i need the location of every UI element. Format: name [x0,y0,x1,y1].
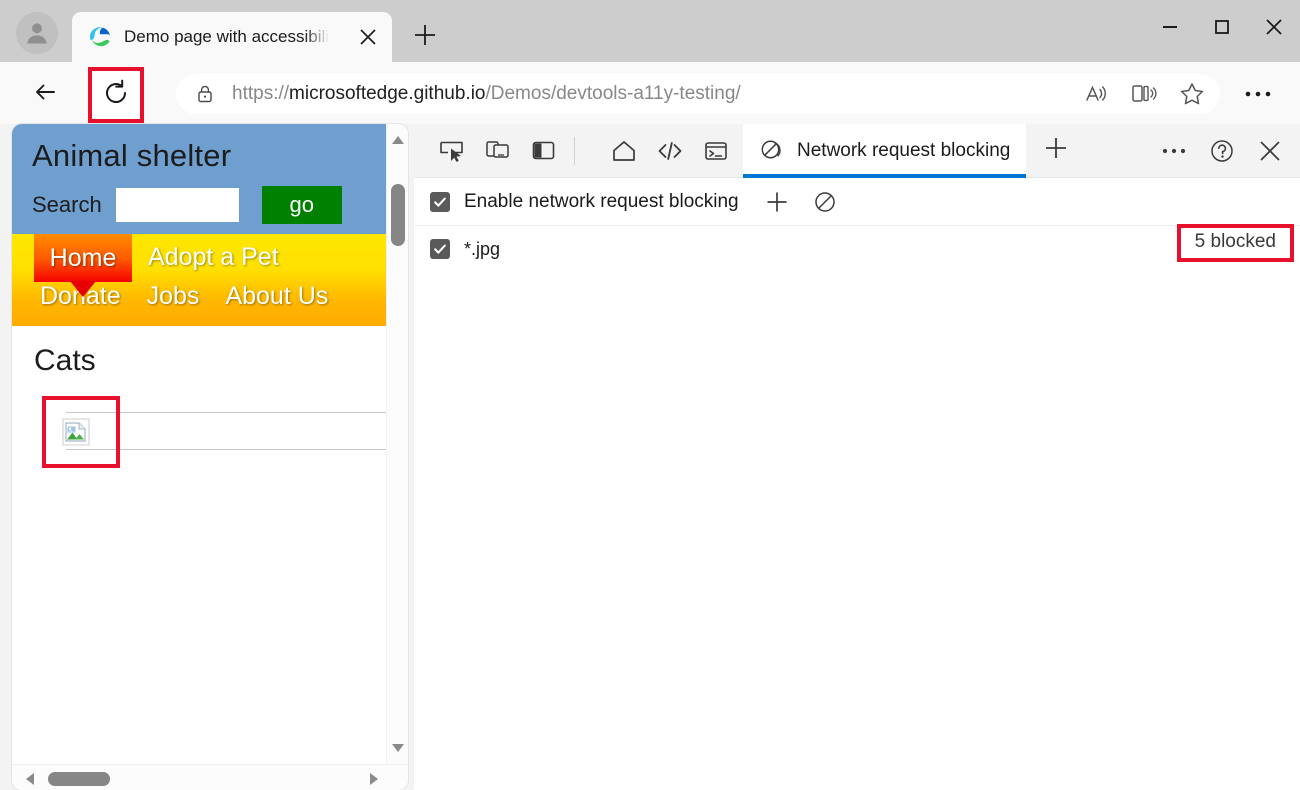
clear-all-patterns-button[interactable] [809,186,841,218]
add-devtools-tool-button[interactable] [1034,129,1078,173]
tab-label: Network request blocking [797,140,1010,162]
content-area: Animal shelter Search go Home Adopt a Pe… [0,124,1300,790]
page-vertical-scrollbar[interactable] [386,124,408,764]
elements-code-icon[interactable] [647,129,693,173]
immersive-reader-icon[interactable] [1124,78,1164,110]
url-text: https://microsoftedge.github.io/Demos/de… [232,83,741,105]
tab-network-request-blocking[interactable]: Network request blocking [743,124,1026,178]
blocked-count-text: 5 blocked [1195,231,1276,252]
page-header: Animal shelter Search go [12,124,386,234]
page-nav-item-jobs[interactable]: Jobs [147,282,200,311]
search-label: Search [32,192,102,218]
edge-logo-icon [88,25,112,49]
page-nav-row-1: Home Adopt a Pet [12,234,386,282]
address-bar: https://microsoftedge.github.io/Demos/de… [0,62,1300,124]
page-horizontal-scrollbar[interactable] [12,764,408,790]
profile-avatar-button[interactable] [16,12,58,54]
account-avatar-icon [23,19,51,47]
inspect-element-icon[interactable] [428,129,474,173]
section-title-cats: Cats [34,344,386,378]
read-aloud-icon[interactable] [1076,78,1116,110]
close-button[interactable] [1248,0,1300,54]
blocked-count-highlight: 5 blocked [1177,224,1294,262]
blocked-pattern-row[interactable]: *.jpg 5 blocked [414,226,1300,272]
devtools-more-icon[interactable] [1150,129,1198,173]
chevron-left-icon[interactable] [22,771,38,787]
network-request-blocking-body: Enable network request blocking [414,178,1300,790]
tab-close-icon[interactable] [356,25,380,49]
browser-tab[interactable]: Demo page with accessibility issu [72,12,392,62]
devtools-help-icon[interactable] [1198,129,1246,173]
page-body: Cats [12,326,386,378]
enable-blocking-label: Enable network request blocking [464,191,739,213]
chevron-down-icon[interactable] [390,740,406,756]
plus-icon [1043,135,1069,166]
ellipsis-icon [1244,85,1272,103]
maximize-button[interactable] [1196,0,1248,54]
browser-window: Demo page with accessibility issu [0,0,1300,790]
new-tab-button[interactable] [408,20,442,54]
url-bar-actions [1076,78,1212,110]
vertical-scroll-thumb[interactable] [391,184,405,246]
devtools-close-icon[interactable] [1246,129,1294,173]
url-path: /Demos/devtools-a11y-testing/ [485,83,740,104]
page-search-row: Search go [32,186,386,224]
devtools-toolbar-actions [1150,129,1294,173]
chevron-up-icon[interactable] [390,132,406,148]
page-navigation: Home Adopt a Pet Donate Jobs About Us [12,234,386,326]
page-document: Animal shelter Search go Home Adopt a Pe… [12,124,386,764]
page-nav-item-home[interactable]: Home [34,234,132,282]
title-bar: Demo page with accessibility issu [0,0,1300,62]
toolbar-divider [574,137,575,165]
back-arrow-icon [32,78,60,111]
broken-image-icon [62,418,90,446]
window-controls [1144,0,1300,54]
devtools-toolbar: Network request blocking [414,124,1300,178]
reload-button[interactable] [101,78,131,113]
back-button[interactable] [26,74,66,114]
devtools-panel: Network request blocking [414,124,1300,790]
enable-blocking-row: Enable network request blocking [414,178,1300,226]
search-go-button[interactable]: go [262,186,342,224]
pattern-enabled-checkbox[interactable] [430,239,450,259]
browser-settings-button[interactable] [1238,76,1278,112]
enable-blocking-checkbox[interactable] [430,192,450,212]
chevron-right-icon[interactable] [366,771,382,787]
dock-side-icon[interactable] [520,129,566,173]
url-bar[interactable]: https://microsoftedge.github.io/Demos/de… [176,74,1220,114]
reload-button-highlight [88,67,144,123]
url-scheme: https:// [232,83,289,104]
minimize-button[interactable] [1144,0,1196,54]
favorite-star-icon[interactable] [1172,78,1212,110]
add-pattern-button[interactable] [761,186,793,218]
horizontal-scroll-thumb[interactable] [48,772,110,786]
plus-icon [412,22,438,53]
page-nav-item-adopt-a-pet[interactable]: Adopt a Pet [148,243,279,272]
network-request-blocking-icon [759,138,785,164]
url-domain: microsoftedge.github.io [289,83,485,104]
page-viewport: Animal shelter Search go Home Adopt a Pe… [12,124,408,790]
pattern-text: *.jpg [464,239,500,260]
device-emulation-icon[interactable] [474,129,520,173]
page-title: Animal shelter [32,138,386,174]
lock-icon [194,83,216,105]
welcome-home-icon[interactable] [601,129,647,173]
console-terminal-icon[interactable] [693,129,739,173]
tab-title: Demo page with accessibility issu [124,27,329,47]
search-input[interactable] [116,188,239,222]
page-nav-item-about-us[interactable]: About Us [225,282,328,311]
